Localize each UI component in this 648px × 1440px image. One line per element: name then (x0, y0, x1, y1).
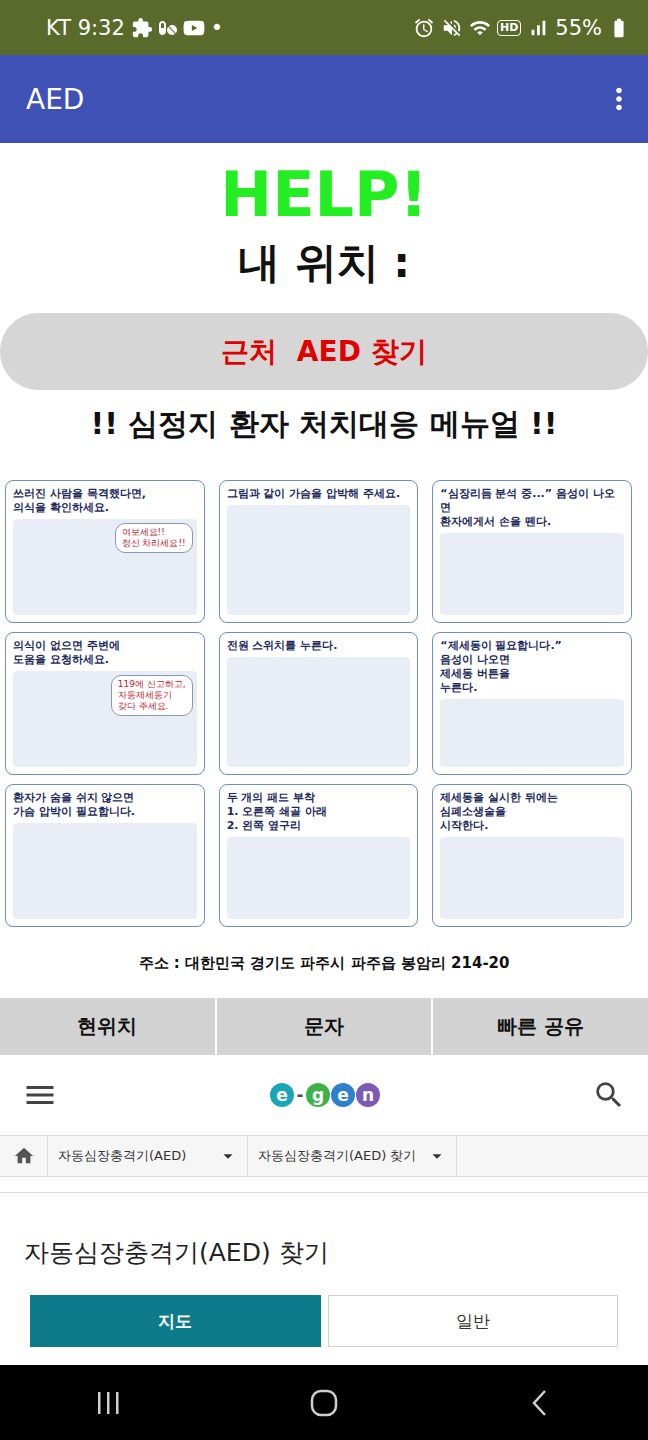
recents-icon (93, 1390, 123, 1416)
search-icon[interactable] (592, 1078, 626, 1112)
manual-step: 쓰러진 사람을 목격했다면, 의식을 확인하세요. 여보세요!! 정신 차리세요!… (5, 480, 205, 623)
step-caption: 환자가 숨을 쉬지 않으면 가슴 압박이 필요합니다. (13, 791, 197, 819)
step-illustration (440, 533, 624, 615)
logo-letter: g (306, 1083, 330, 1107)
action-bar: 현위치문자빠른 공유 (0, 998, 648, 1055)
youtube-icon (183, 17, 205, 39)
manual-grid: 쓰러진 사람을 목격했다면, 의식을 확인하세요. 여보세요!! 정신 차리세요!… (0, 480, 648, 927)
speech-bubble: 여보세요!! 정신 차리세요!! (115, 523, 193, 553)
manual-step: 의식이 없으면 주변에 도움을 요청하세요. 119에 신고하고, 자동제세동기 … (5, 632, 205, 775)
hd-badge: HD (497, 20, 521, 36)
navigation-bar (0, 1365, 648, 1440)
breadcrumb-home[interactable] (0, 1136, 48, 1176)
manual-title: !! 심정지 환자 처치대응 메뉴얼 !! (0, 406, 648, 442)
breadcrumb-item[interactable]: 자동심장충격기(AED) 찾기 (248, 1136, 457, 1176)
manual-step: 두 개의 패드 부착 1. 오른쪽 쇄골 아래 2. 왼쪽 옆구리 (219, 784, 419, 927)
home-icon (13, 1145, 35, 1167)
signal-icon (527, 17, 549, 39)
status-bar: KT 9:32 • HD 55% (0, 0, 648, 55)
logo-letter: - (295, 1083, 305, 1107)
manual-step: “제세동이 필요합니다.” 음성이 나오면 제세동 버튼을 누른다. (432, 632, 632, 775)
wifi-icon (469, 17, 491, 39)
screen: KT 9:32 • HD 55% AED HELP! 내 위치 : 근처 AED 찾기 !! 심… (0, 0, 648, 1440)
step-caption: “제세동이 필요합니다.” 음성이 나오면 제세동 버튼을 누른다. (440, 639, 624, 695)
step-illustration: 119에 신고하고, 자동제세동기 갖다 주세요. (13, 671, 197, 767)
battery-percent: 55% (555, 16, 602, 40)
app-bar: AED (0, 55, 648, 143)
home-button[interactable] (284, 1373, 364, 1433)
logo-letter: e (270, 1083, 294, 1107)
step-illustration: 여보세요!! 정신 차리세요!! (13, 519, 197, 615)
step-caption: 제세동을 실시한 뒤에는 심폐소생술을 시작한다. (440, 791, 624, 833)
divider (0, 1192, 648, 1193)
step-illustration (227, 837, 411, 919)
carrier-time: KT 9:32 (46, 16, 125, 40)
caret-icon (217, 1145, 239, 1167)
puzzle-icon (131, 17, 153, 39)
step-illustration (13, 823, 197, 919)
notification-dot: • (211, 16, 223, 40)
status-right: HD 55% (413, 16, 630, 40)
breadcrumb: 자동심장충격기(AED)자동심장충격기(AED) 찾기 (0, 1135, 648, 1177)
status-left: KT 9:32 • (46, 16, 223, 40)
step-illustration (227, 657, 411, 767)
step-caption: 두 개의 패드 부착 1. 오른쪽 쇄골 아래 2. 왼쪽 옆구리 (227, 791, 411, 833)
web-heading: 자동심장충격기(AED) 찾기 (0, 1193, 648, 1271)
step-caption: 쓰러진 사람을 목격했다면, 의식을 확인하세요. (13, 487, 197, 515)
manual-step: 그림과 같이 가슴을 압박해 주세요. (219, 480, 419, 623)
logo-letter: e (331, 1083, 355, 1107)
caret-icon (426, 1145, 448, 1167)
address: 주소 : 대한민국 경기도 파주시 파주읍 봉암리 214-20 (0, 953, 648, 973)
help-title: HELP! (0, 143, 648, 227)
web-header: e-gen (0, 1055, 648, 1135)
more-menu-icon[interactable] (602, 82, 636, 116)
hamburger-icon[interactable] (22, 1077, 58, 1113)
action-button[interactable]: 문자 (217, 998, 432, 1055)
mute-icon (441, 17, 463, 39)
alarm-icon (413, 17, 435, 39)
pill-icon (159, 19, 177, 37)
logo-letter: n (356, 1083, 380, 1107)
web-tab[interactable]: 지도 (30, 1295, 321, 1347)
web-tabs: 지도일반 (0, 1295, 648, 1347)
find-aed-button[interactable]: 근처 AED 찾기 (0, 313, 648, 390)
step-caption: 의식이 없으면 주변에 도움을 요청하세요. (13, 639, 197, 667)
step-illustration (227, 505, 411, 615)
breadcrumb-item[interactable]: 자동심장충격기(AED) (48, 1136, 248, 1176)
app-title: AED (26, 83, 84, 116)
manual-step: 전원 스위치를 누른다. (219, 632, 419, 775)
battery-icon (608, 17, 630, 39)
egen-logo[interactable]: e-gen (270, 1083, 380, 1107)
back-icon (528, 1388, 552, 1418)
manual-step: 환자가 숨을 쉬지 않으면 가슴 압박이 필요합니다. (5, 784, 205, 927)
webview: e-gen자동심장충격기(AED)자동심장충격기(AED) 찾기자동심장충격기(… (0, 1055, 648, 1365)
step-caption: “심장리듬 분석 중...” 음성이 나오면 환자에게서 손을 뗀다. (440, 487, 624, 529)
manual-step: 제세동을 실시한 뒤에는 심폐소생술을 시작한다. (432, 784, 632, 927)
step-caption: 전원 스위치를 누른다. (227, 639, 411, 653)
speech-bubble: 119에 신고하고, 자동제세동기 갖다 주세요. (111, 675, 193, 716)
step-caption: 그림과 같이 가슴을 압박해 주세요. (227, 487, 411, 501)
home-nav-icon (309, 1388, 339, 1418)
action-button[interactable]: 현위치 (0, 998, 215, 1055)
recents-button[interactable] (68, 1373, 148, 1433)
web-tab[interactable]: 일반 (328, 1295, 619, 1347)
step-illustration (440, 837, 624, 919)
back-button[interactable] (500, 1373, 580, 1433)
manual-step: “심장리듬 분석 중...” 음성이 나오면 환자에게서 손을 뗀다. (432, 480, 632, 623)
step-illustration (440, 699, 624, 767)
action-button[interactable]: 빠른 공유 (433, 998, 648, 1055)
location-label: 내 위치 : (0, 235, 648, 291)
